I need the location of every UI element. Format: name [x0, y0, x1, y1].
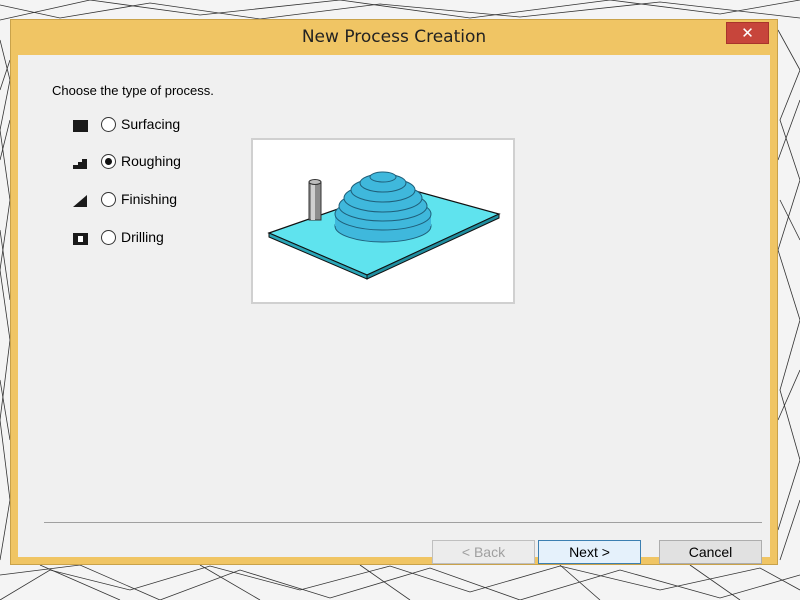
roughing-icon [73, 159, 87, 169]
option-label: Roughing [121, 153, 181, 169]
drilling-icon [73, 233, 88, 245]
dialog-title: New Process Creation [301, 27, 487, 47]
process-preview-image [251, 138, 515, 304]
radio-drilling[interactable] [101, 230, 116, 245]
option-label: Finishing [121, 191, 178, 207]
dialog-content: Choose the type of process. Surfacing Ro… [18, 55, 770, 564]
back-button[interactable]: < Back [432, 540, 535, 564]
option-roughing[interactable]: Roughing [72, 153, 252, 173]
radio-finishing[interactable] [101, 192, 116, 207]
close-button[interactable]: ✕ [726, 22, 769, 44]
option-finishing[interactable]: Finishing [72, 191, 252, 211]
title-bar[interactable]: New Process Creation ✕ [11, 20, 777, 56]
new-process-dialog: New Process Creation ✕ Choose the type o… [10, 19, 778, 565]
radio-roughing[interactable] [101, 154, 116, 169]
roughing-preview-illustration [267, 171, 501, 280]
option-label: Surfacing [121, 116, 181, 132]
radio-surfacing[interactable] [101, 117, 116, 132]
cancel-button[interactable]: Cancel [659, 540, 762, 564]
surfacing-icon [73, 120, 88, 132]
option-drilling[interactable]: Drilling [72, 229, 252, 249]
finishing-icon [73, 195, 87, 207]
button-separator [44, 522, 762, 523]
option-label: Drilling [121, 229, 164, 245]
next-button[interactable]: Next > [538, 540, 641, 564]
prompt-label: Choose the type of process. [52, 83, 214, 98]
option-surfacing[interactable]: Surfacing [72, 116, 252, 136]
